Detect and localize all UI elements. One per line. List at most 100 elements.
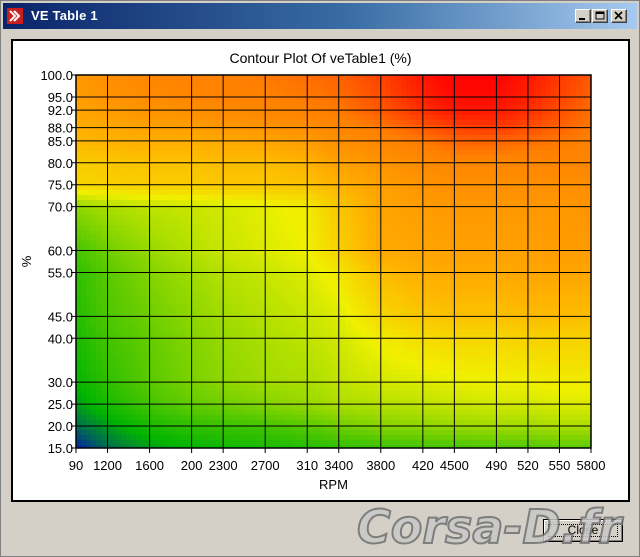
heatmap-cell [76, 365, 82, 371]
heatmap-cell [361, 300, 367, 306]
heatmap-cell [156, 350, 162, 356]
heatmap-cell [396, 105, 402, 111]
app-icon[interactable] [7, 8, 23, 24]
heatmap-cell [176, 95, 182, 101]
heatmap-cell [311, 305, 317, 311]
heatmap-cell [371, 110, 377, 116]
heatmap-cell [351, 435, 357, 441]
heatmap-cell [186, 185, 192, 191]
heatmap-cell [176, 345, 182, 351]
heatmap-cell [281, 120, 287, 126]
heatmap-cell [236, 240, 242, 246]
heatmap-cell [201, 260, 207, 266]
heatmap-cell [381, 90, 387, 96]
heatmap-cell [241, 300, 247, 306]
heatmap-cell [301, 395, 307, 401]
heatmap-cell [111, 405, 117, 411]
heatmap-cell [116, 295, 122, 301]
heatmap-cell [221, 100, 227, 106]
heatmap-cell [286, 275, 292, 281]
heatmap-cell [156, 155, 162, 161]
heatmap-cell [136, 385, 142, 391]
heatmap-cell [356, 120, 362, 126]
heatmap-cell [201, 435, 207, 441]
heatmap-cell [116, 110, 122, 116]
heatmap-cell [326, 215, 332, 221]
heatmap-cell [271, 340, 277, 346]
heatmap-cell [321, 330, 327, 336]
heatmap-cell [356, 170, 362, 176]
heatmap-cell [106, 345, 112, 351]
heatmap-cell [241, 110, 247, 116]
heatmap-cell [196, 110, 202, 116]
heatmap-cell [151, 335, 157, 341]
heatmap-cell [211, 225, 217, 231]
heatmap-cell [131, 435, 137, 441]
heatmap-cell [196, 410, 202, 416]
heatmap-cell [151, 300, 157, 306]
heatmap-cell [196, 310, 202, 316]
heatmap-cell [126, 265, 132, 271]
heatmap-cell [231, 395, 237, 401]
heatmap-cell [91, 145, 97, 151]
heatmap-cell [321, 230, 327, 236]
heatmap-cell [391, 355, 397, 361]
maximize-button[interactable] [592, 9, 608, 23]
heatmap-cell [266, 325, 272, 331]
heatmap-cell [121, 355, 127, 361]
heatmap-cell [131, 215, 137, 221]
heatmap-cell [246, 405, 252, 411]
heatmap-cell [311, 360, 317, 366]
heatmap-cell [131, 190, 137, 196]
heatmap-cell [166, 390, 172, 396]
heatmap-cell [101, 240, 107, 246]
close-window-button[interactable] [611, 9, 627, 23]
heatmap-cell [116, 115, 122, 121]
heatmap-cell [361, 105, 367, 111]
heatmap-cell [371, 225, 377, 231]
heatmap-cell [341, 235, 347, 241]
heatmap-cell [331, 385, 337, 391]
heatmap-cell [131, 300, 137, 306]
heatmap-cell [91, 420, 97, 426]
heatmap-cell [361, 440, 367, 446]
heatmap-cell [371, 420, 377, 426]
heatmap-cell [76, 300, 82, 306]
heatmap-cell [346, 380, 352, 386]
heatmap-cell [146, 315, 152, 321]
heatmap-cell [256, 350, 262, 356]
heatmap-cell [291, 80, 297, 86]
heatmap-cell [361, 190, 367, 196]
heatmap-cell [86, 325, 92, 331]
heatmap-cell [131, 205, 137, 211]
heatmap-cell [216, 100, 222, 106]
heatmap-cell [186, 370, 192, 376]
heatmap-cell [391, 290, 397, 296]
heatmap-cell [146, 365, 152, 371]
heatmap-cell [181, 120, 187, 126]
heatmap-cell [316, 190, 322, 196]
heatmap-cell [106, 300, 112, 306]
heatmap-cell [366, 310, 372, 316]
heatmap-cell [361, 240, 367, 246]
heatmap-cell [396, 155, 402, 161]
heatmap-cell [241, 320, 247, 326]
heatmap-cell [91, 195, 97, 201]
heatmap-cell [166, 380, 172, 386]
minimize-button[interactable] [575, 9, 591, 23]
heatmap-cell [316, 85, 322, 91]
heatmap-cell [351, 240, 357, 246]
heatmap-cell [316, 395, 322, 401]
heatmap-cell [406, 100, 412, 106]
heatmap-cell [201, 370, 207, 376]
title-bar[interactable]: VE Table 1 [3, 3, 637, 29]
heatmap-cell [346, 405, 352, 411]
heatmap-cell [331, 205, 337, 211]
heatmap-cell [176, 195, 182, 201]
heatmap-cell [406, 210, 412, 216]
heatmap-cell [136, 380, 142, 386]
heatmap-cell [381, 395, 387, 401]
heatmap-cell [206, 330, 212, 336]
heatmap-cell [276, 430, 282, 436]
heatmap-cell [196, 165, 202, 171]
